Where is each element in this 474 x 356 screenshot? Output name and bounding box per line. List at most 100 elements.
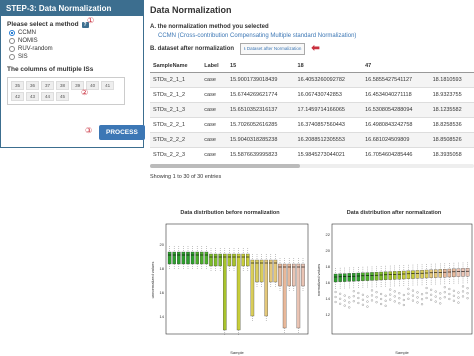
box	[200, 251, 204, 265]
box	[246, 253, 250, 267]
is-column-tag[interactable]: 35	[11, 81, 25, 90]
outlier-point	[370, 299, 374, 302]
normalized-data-table: SampleName Label 15 18 47 STDs_2_1_1 cas…	[150, 60, 474, 162]
outlier-point	[343, 299, 346, 302]
outlier-point	[443, 286, 446, 289]
outlier-point	[343, 294, 346, 297]
table-cell: case	[201, 102, 228, 118]
table-horizontal-scrollbar[interactable]	[150, 164, 474, 168]
box	[370, 272, 374, 281]
outlier-point	[357, 291, 360, 295]
table-cell: 15.9001739018439	[227, 72, 295, 88]
after-ylabel: normalized values	[316, 264, 321, 296]
table-header-row: SampleName Label 15 18 47	[150, 60, 474, 73]
table-cell: 15.5876639995823	[227, 147, 295, 162]
outlier-point	[393, 295, 396, 298]
column-header[interactable]: 18	[294, 60, 363, 73]
radio-ruv-random[interactable]	[9, 46, 15, 52]
column-header[interactable]	[429, 60, 474, 73]
page-title: Data Normalization	[150, 5, 232, 15]
table-cell: 16.3740857560443	[294, 117, 363, 133]
table-cell: STDs_2_1_1	[150, 72, 202, 88]
is-column-tag[interactable]: 36	[26, 81, 40, 90]
outlier-point	[398, 297, 401, 300]
box	[338, 273, 342, 282]
outlier-point	[448, 292, 451, 296]
is-column-tag[interactable]: 41	[101, 81, 115, 90]
column-header[interactable]: Label	[201, 60, 228, 73]
before-ytick: 18	[160, 266, 165, 271]
outlier-point	[420, 303, 424, 306]
outlier-point	[416, 301, 419, 304]
is-column-tag[interactable]: 43	[26, 92, 40, 101]
outlier-point	[439, 302, 442, 305]
box	[227, 253, 232, 267]
is-column-tag[interactable]: 42	[11, 92, 25, 101]
outlier-point	[384, 294, 387, 297]
table-cell: 16.4053260092782	[294, 72, 363, 88]
box	[186, 251, 190, 265]
process-button[interactable]: PROCESS	[99, 125, 145, 140]
outlier-point	[334, 300, 337, 304]
scrollbar-thumb[interactable]	[150, 164, 300, 168]
box	[429, 269, 433, 278]
method-option-ccmn[interactable]: CCMN	[9, 30, 137, 36]
box	[456, 268, 461, 277]
box	[204, 251, 209, 265]
is-column-tag[interactable]: 45	[56, 92, 70, 101]
table-row: STDs_2_1_2 case 15.6744269621774 16.0674…	[150, 87, 474, 103]
radio-sis[interactable]	[9, 54, 15, 60]
box	[213, 253, 218, 267]
outlier-point	[402, 303, 405, 307]
method-option-nomis[interactable]: NOMIS	[9, 38, 137, 44]
outlier-point	[407, 287, 410, 290]
outlier-point	[357, 296, 360, 300]
box	[424, 269, 429, 279]
box	[388, 271, 392, 280]
after-boxes	[333, 262, 470, 309]
method-option-sis[interactable]: SIS	[9, 54, 137, 60]
box	[352, 273, 356, 282]
outlier-point	[375, 291, 378, 294]
method-option-ruv-random[interactable]: RUV-random	[9, 46, 137, 52]
radio-nomis[interactable]	[9, 38, 15, 44]
box	[195, 251, 199, 265]
box	[397, 271, 402, 280]
box	[447, 268, 452, 278]
outlier-point	[448, 297, 451, 301]
outlier-point	[339, 302, 342, 305]
outlier-point	[439, 297, 442, 300]
table-row: STDs_2_1_1 case 15.9001739018439 16.4053…	[150, 72, 474, 88]
outlier-point	[389, 288, 392, 291]
box	[406, 270, 411, 279]
outlier-point	[352, 290, 355, 293]
is-column-tag[interactable]: 44	[41, 92, 55, 101]
outlier-point	[457, 301, 460, 304]
download-dataset-button[interactable]: ⭳ Dataset after Normalization	[240, 43, 306, 55]
box	[465, 268, 470, 277]
outlier-point	[448, 287, 451, 291]
outlier-point	[339, 292, 342, 295]
method-option-label: CCMN	[18, 30, 36, 36]
column-header[interactable]: SampleName	[150, 60, 202, 73]
outlier-point	[416, 296, 419, 299]
outlier-point	[434, 295, 437, 298]
outlier-point	[425, 296, 428, 300]
table-cell: 18.1235582	[429, 102, 474, 118]
is-column-tag[interactable]: 38	[56, 81, 70, 90]
outlier-point	[384, 299, 387, 302]
after-plot-title: Data distribution after normalization	[346, 210, 442, 216]
radio-ccmn[interactable]	[9, 30, 15, 36]
outlier-point	[339, 297, 342, 300]
column-header[interactable]: 15	[227, 60, 295, 73]
after-xlabel: Sample	[395, 350, 409, 355]
is-column-tag[interactable]: 37	[41, 81, 55, 90]
is-columns-input[interactable]: 35 36 37 38 39 40 41 42 43 44 45	[7, 77, 125, 105]
column-header[interactable]: 47	[362, 60, 430, 73]
table-cell: STDs_2_2_1	[150, 117, 202, 133]
before-ytick: 20	[160, 242, 165, 247]
outlier-point	[407, 297, 410, 300]
box	[361, 272, 365, 281]
box	[342, 273, 347, 282]
table-cell: STDs_2_2_3	[150, 147, 202, 162]
